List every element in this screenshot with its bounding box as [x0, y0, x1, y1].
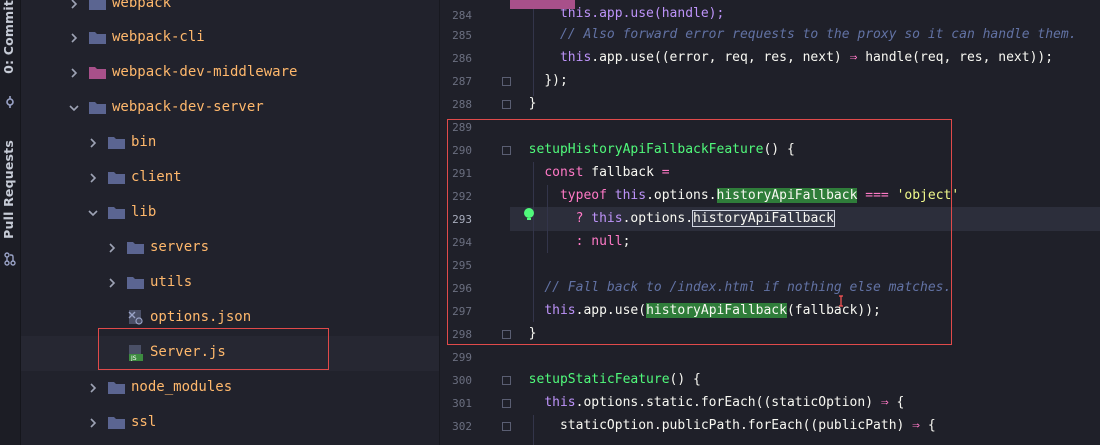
code-token: handle(req, res, next));: [857, 50, 1054, 65]
tree-item-lib[interactable]: lib: [21, 196, 439, 231]
editor-tab-indicator: [510, 0, 575, 9]
chevron-right-icon[interactable]: [88, 173, 98, 183]
line-number: 284: [452, 9, 472, 22]
tree-item-label: bin: [131, 134, 157, 150]
folder-icon: [89, 102, 106, 114]
code-token: ⇒: [912, 418, 920, 433]
code-token: setupStaticFeature: [528, 372, 670, 387]
code-highlight-box: [447, 119, 952, 345]
code-line-285: // Also forward error requests to the pr…: [513, 27, 1077, 42]
chevron-right-icon[interactable]: [69, 33, 79, 43]
tree-item-servers[interactable]: servers: [21, 231, 439, 266]
code-token: this: [559, 50, 592, 65]
code-token: ⇒: [880, 395, 889, 410]
code-line-288: }: [513, 96, 537, 111]
code-line-300: setupStaticFeature() {: [513, 372, 701, 387]
lightbulb-icon[interactable]: [522, 207, 536, 221]
folder-icon: [89, 67, 106, 79]
tree-item-webpack-dev-middleware[interactable]: webpack-dev-middleware: [21, 56, 439, 91]
tree-item-client[interactable]: client: [21, 161, 439, 196]
fold-marker-icon[interactable]: [502, 100, 511, 109]
pull-requests-tool-tab[interactable]: Pull Requests: [0, 140, 20, 270]
folder-icon: [89, 0, 106, 10]
line-number: 300: [452, 374, 472, 387]
text-cursor-icon: [839, 295, 843, 307]
pull-request-icon: [4, 252, 16, 266]
folder-icon: [108, 172, 125, 184]
folder-icon: [127, 277, 144, 289]
code-token: .options.static.forEach((staticOption): [575, 395, 881, 410]
line-number: 302: [452, 420, 472, 433]
tree-highlight-box: [98, 328, 329, 370]
tree-item-label: utils: [150, 274, 193, 290]
line-number: 285: [452, 29, 472, 42]
tree-item-label: ssl: [131, 414, 157, 430]
code-token: }: [528, 96, 537, 111]
tree-item-label: client: [131, 169, 182, 185]
code-token: () {: [669, 372, 701, 387]
chevron-right-icon[interactable]: [88, 138, 98, 148]
line-number: 286: [452, 52, 472, 65]
tree-item-ssl[interactable]: ssl: [21, 406, 439, 441]
commit-tool-tab[interactable]: 0: Commit: [0, 0, 20, 115]
code-token: this.app.use(handle);: [559, 6, 725, 21]
code-line-286: this.app.use((error, req, res, next) ⇒ h…: [513, 50, 1053, 65]
chevron-right-icon[interactable]: [88, 418, 98, 428]
folder-icon: [108, 137, 125, 149]
commit-tab-label: 0: Commit: [1, 0, 16, 74]
tree-item-webpack[interactable]: webpack: [21, 0, 439, 22]
tree-item-label: webpack: [112, 0, 172, 11]
tree-item-label: webpack-dev-server: [112, 99, 264, 115]
chevron-right-icon[interactable]: [88, 383, 98, 393]
line-number: 287: [452, 75, 472, 88]
fold-marker-icon[interactable]: [502, 376, 511, 385]
folder-icon: [108, 382, 125, 394]
tree-item-label: options.json: [150, 309, 252, 325]
code-line-302: staticOption.publicPath.forEach((publicP…: [513, 418, 936, 433]
code-token: {: [888, 395, 905, 410]
fold-marker-icon[interactable]: [502, 422, 511, 431]
tree-item-bin[interactable]: bin: [21, 126, 439, 161]
chevron-right-icon[interactable]: [107, 278, 117, 288]
fold-marker-icon[interactable]: [502, 77, 511, 86]
tree-item-utils[interactable]: utils: [21, 266, 439, 301]
json-file-icon: [128, 310, 143, 325]
commit-icon: [6, 96, 14, 108]
tree-item-label: lib: [131, 204, 157, 220]
tree-item-label: servers: [150, 239, 210, 255]
chevron-right-icon[interactable]: [69, 0, 79, 9]
code-token: {: [920, 418, 936, 433]
folder-icon: [108, 417, 125, 429]
code-comment: // Also forward error requests to the pr…: [559, 27, 1077, 42]
chevron-down-icon[interactable]: [69, 103, 79, 113]
chevron-right-icon[interactable]: [69, 68, 79, 78]
chevron-down-icon[interactable]: [88, 208, 98, 218]
line-number: 299: [452, 351, 472, 364]
chevron-right-icon[interactable]: [107, 243, 117, 253]
tree-item-label: webpack-dev-middleware: [112, 64, 298, 80]
tree-item-label: webpack-cli: [112, 29, 205, 45]
tool-window-strip: 0: Commit Pull Requests: [0, 0, 21, 445]
code-token: });: [544, 73, 568, 88]
code-token: .app.use((error, req, res, next): [591, 50, 850, 65]
folder-icon: [108, 207, 125, 219]
code-line-301: this.options.static.forEach((staticOptio…: [513, 395, 904, 410]
folder-icon: [89, 32, 106, 44]
code-line-287: });: [513, 73, 568, 88]
line-number: 301: [452, 397, 472, 410]
code-token: this: [544, 395, 576, 410]
fold-marker-icon[interactable]: [502, 399, 511, 408]
line-number: 288: [452, 98, 472, 111]
tree-item-label: node_modules: [131, 379, 233, 395]
pull-requests-tab-label: Pull Requests: [1, 140, 16, 239]
folder-icon: [127, 242, 144, 254]
tree-item-node-modules[interactable]: node_modules: [21, 371, 439, 406]
tree-item-webpack-cli[interactable]: webpack-cli: [21, 21, 439, 56]
tree-item-webpack-dev-server[interactable]: webpack-dev-server: [21, 91, 439, 126]
project-tree: webpack webpack-cli webpack-dev-middlewa…: [21, 0, 440, 445]
code-token: staticOption.publicPath.forEach((publicP…: [559, 418, 913, 433]
